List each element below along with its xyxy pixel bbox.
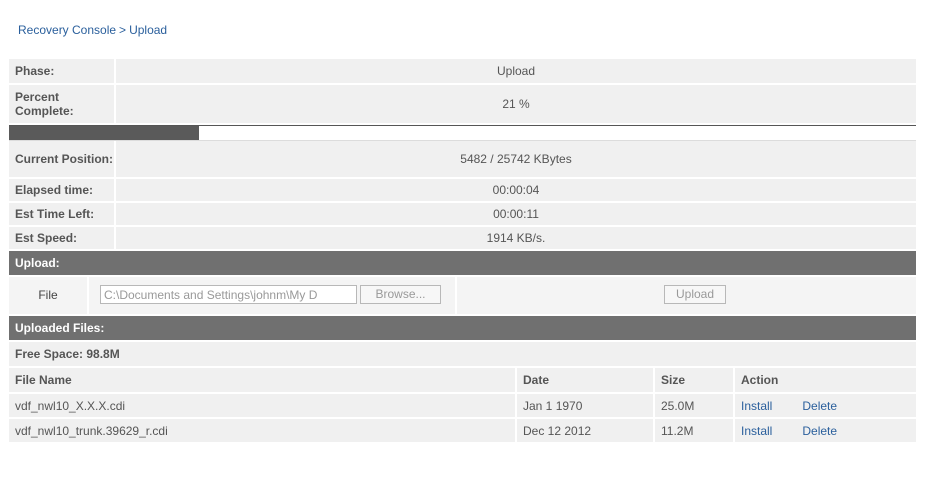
row-current-position: Current Position: 5482 / 25742 KBytes <box>9 141 916 179</box>
breadcrumb-separator: > <box>119 23 127 37</box>
column-header-size: Size <box>654 368 735 394</box>
file-date-cell: Dec 12 2012 <box>516 418 655 444</box>
delete-link[interactable]: Delete <box>802 424 837 438</box>
file-action-cell: Install Delete <box>734 418 916 444</box>
uploaded-files-table: File Name Date Size Action vdf_nwl10_X.X… <box>9 368 916 444</box>
file-label: File <box>9 277 89 314</box>
est-speed-value: 1914 KB/s. <box>115 226 916 251</box>
file-name-cell: vdf_nwl10_X.X.X.cdi <box>9 393 517 419</box>
table-row: vdf_nwl10_X.X.X.cdi Jan 1 1970 25.0M Ins… <box>9 393 916 419</box>
row-percent-complete: Percent Complete: 21 % <box>9 84 916 125</box>
upload-section-header: Upload: <box>9 251 916 277</box>
column-header-file-name: File Name <box>9 368 517 394</box>
progress-bar-fill <box>9 126 200 140</box>
uploaded-files-header-row: File Name Date Size Action <box>9 368 916 394</box>
column-header-date: Date <box>516 368 655 394</box>
row-phase: Phase: Upload <box>9 59 916 85</box>
row-est-time-left: Est Time Left: 00:00:11 <box>9 202 916 227</box>
file-date-cell: Jan 1 1970 <box>516 393 655 419</box>
est-time-left-label: Est Time Left: <box>9 202 116 227</box>
table-row: vdf_nwl10_trunk.39629_r.cdi Dec 12 2012 … <box>9 418 916 444</box>
upload-status-panel: Phase: Upload Percent Complete: 21 % Cur… <box>9 59 916 444</box>
file-size-cell: 25.0M <box>654 393 735 419</box>
phase-value: Upload <box>115 59 916 85</box>
progress-bar <box>9 125 916 141</box>
current-position-label: Current Position: <box>9 141 116 179</box>
current-position-value: 5482 / 25742 KBytes <box>115 141 916 179</box>
breadcrumb: Recovery Console > Upload <box>18 23 167 37</box>
percent-complete-label: Percent Complete: <box>9 84 116 125</box>
upload-button[interactable]: Upload <box>664 285 726 304</box>
upload-row-divider <box>455 277 457 314</box>
install-link[interactable]: Install <box>741 424 772 438</box>
uploaded-files-section-header: Uploaded Files: <box>9 316 916 342</box>
breadcrumb-link-upload[interactable]: Upload <box>129 23 167 37</box>
est-speed-label: Est Speed: <box>9 226 116 251</box>
percent-complete-value: 21 % <box>115 84 916 125</box>
elapsed-time-label: Elapsed time: <box>9 178 116 203</box>
file-size-cell: 11.2M <box>654 418 735 444</box>
row-elapsed-time: Elapsed time: 00:00:04 <box>9 178 916 203</box>
row-est-speed: Est Speed: 1914 KB/s. <box>9 226 916 251</box>
file-name-cell: vdf_nwl10_trunk.39629_r.cdi <box>9 418 517 444</box>
elapsed-time-value: 00:00:04 <box>115 178 916 203</box>
status-table-bottom: Current Position: 5482 / 25742 KBytes El… <box>9 141 916 251</box>
file-path-input[interactable]: C:\Documents and Settings\johnm\My D <box>100 285 357 304</box>
file-action-cell: Install Delete <box>734 393 916 419</box>
est-time-left-value: 00:00:11 <box>115 202 916 227</box>
free-space-text: Free Space: 98.8M <box>9 342 916 368</box>
upload-form-row: File C:\Documents and Settings\johnm\My … <box>9 277 916 316</box>
column-header-action: Action <box>734 368 916 394</box>
browse-button[interactable]: Browse... <box>360 285 441 304</box>
breadcrumb-link-recovery-console[interactable]: Recovery Console <box>18 23 116 37</box>
install-link[interactable]: Install <box>741 399 772 413</box>
status-table-top: Phase: Upload Percent Complete: 21 % <box>9 59 916 125</box>
delete-link[interactable]: Delete <box>802 399 837 413</box>
phase-label: Phase: <box>9 59 116 85</box>
